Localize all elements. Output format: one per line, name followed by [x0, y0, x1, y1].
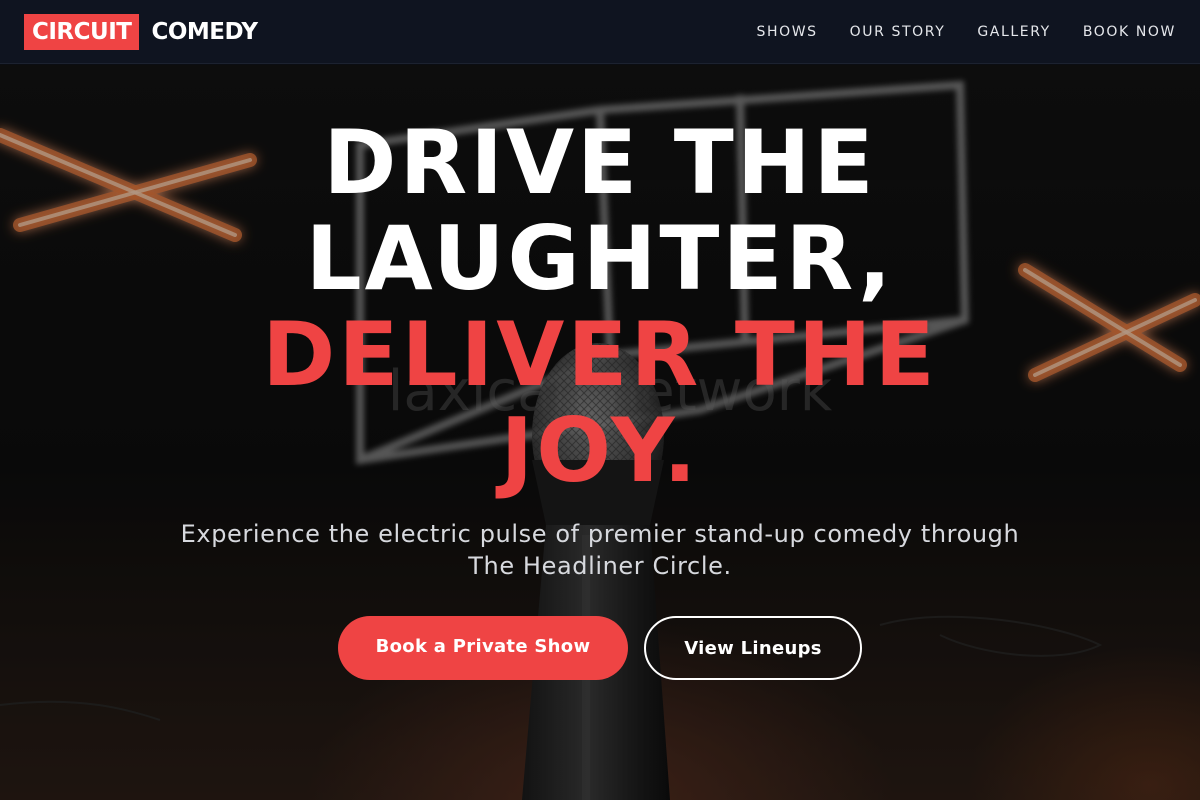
hero-section: laxican network DRIVE THE LAUGHTER, DELI…: [0, 65, 1200, 800]
brand-logo[interactable]: CIRCUIT COMEDY: [24, 14, 258, 50]
nav-link-book-now[interactable]: BOOK NOW: [1083, 24, 1176, 40]
nav-link-gallery[interactable]: GALLERY: [977, 24, 1050, 40]
hero-headline-line-2: LAUGHTER,: [305, 207, 895, 310]
top-navigation-bar: CIRCUIT COMEDY SHOWS OUR STORY GALLERY B…: [0, 0, 1200, 64]
nav-links: SHOWS OUR STORY GALLERY BOOK NOW: [725, 0, 1177, 64]
hero-headline-accent-line-1: DELIVER THE: [262, 303, 938, 406]
brand-logo-name: COMEDY: [151, 19, 258, 45]
nav-link-shows[interactable]: SHOWS: [757, 24, 818, 40]
book-private-show-button[interactable]: Book a Private Show: [338, 616, 628, 680]
brand-logo-badge: CIRCUIT: [24, 14, 140, 50]
hero-subtitle: Experience the electric pulse of premier…: [180, 520, 1020, 580]
hero-headline-accent-line-2: JOY.: [500, 399, 700, 502]
nav-link-our-story[interactable]: OUR STORY: [850, 24, 946, 40]
view-lineups-button[interactable]: View Lineups: [644, 616, 862, 680]
hero-headline: DRIVE THE LAUGHTER, DELIVER THE JOY.: [0, 115, 1200, 499]
hero-headline-line-1: DRIVE THE: [323, 111, 877, 214]
